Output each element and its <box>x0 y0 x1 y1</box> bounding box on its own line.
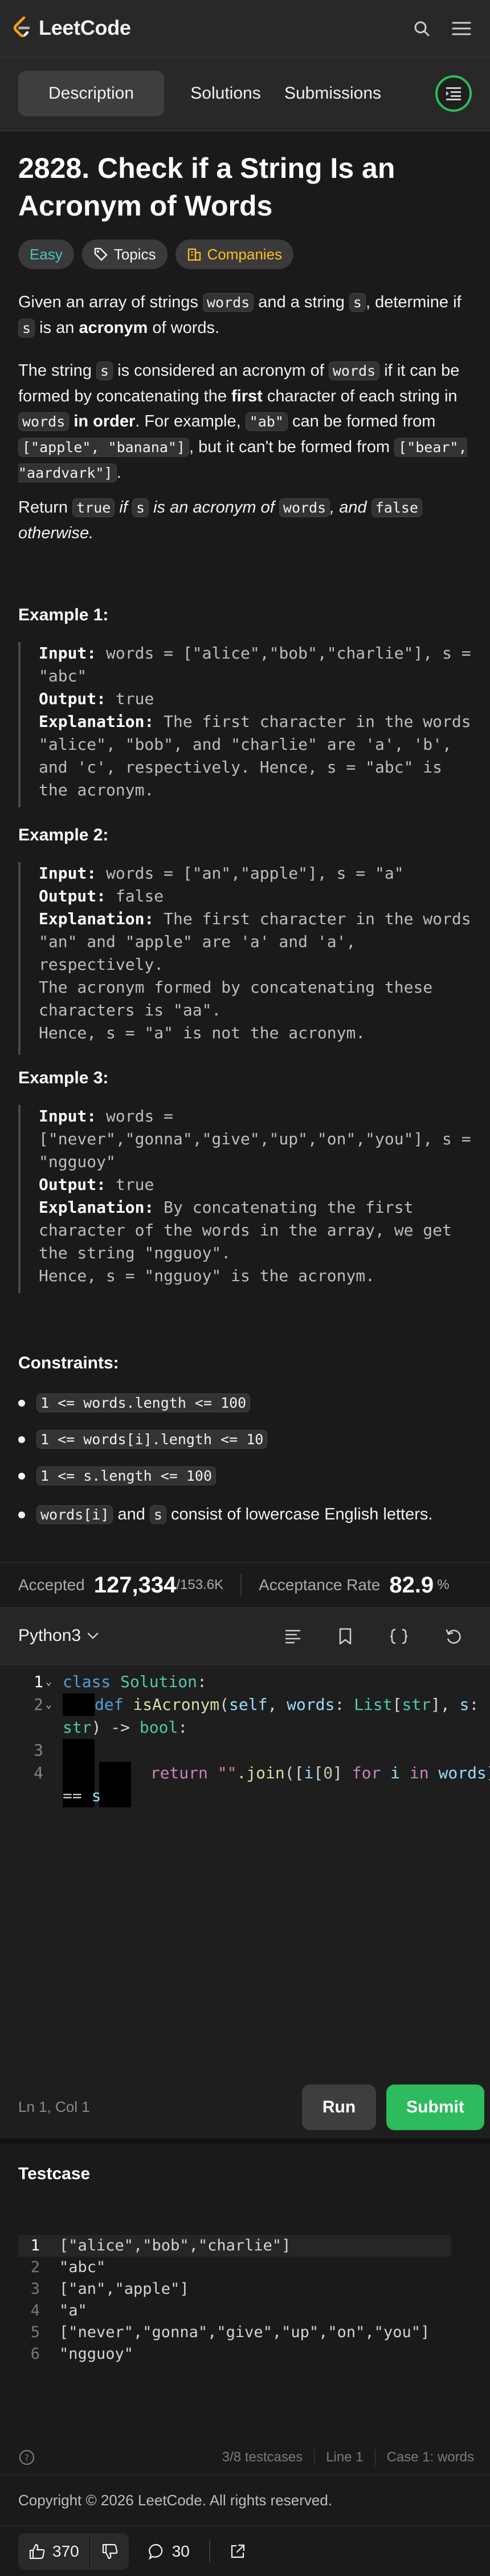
leetcode-logo-icon <box>13 17 30 38</box>
bottom-action-bar: 370 30 <box>0 2526 490 2576</box>
constraint-item: 1 <= words[i].length <= 10 <box>18 1430 268 1449</box>
description-paragraph-3: Return true if s is an acronym of words,… <box>18 495 474 546</box>
testcase-line[interactable]: 4 "a" <box>18 2300 451 2322</box>
testcase-title: Testcase <box>18 2164 91 2183</box>
building-icon <box>187 248 201 261</box>
copyright-footer: Copyright © 2026 LeetCode. All rights re… <box>0 2475 490 2526</box>
svg-text:?: ? <box>24 2452 30 2463</box>
external-link-icon <box>231 2544 244 2558</box>
example-3-heading: Example 3: <box>18 1068 109 1087</box>
accepted-total: /153.6K <box>176 1577 224 1592</box>
testcase-case-indicator: Case 1: words <box>386 2449 474 2465</box>
companies-button[interactable]: Companies <box>175 239 294 269</box>
language-select[interactable]: Python3 <box>18 1626 99 1645</box>
testcase-line[interactable]: 3 ["an","apple"] <box>18 2278 451 2300</box>
thumbs-up-icon <box>29 2544 45 2559</box>
run-button[interactable]: Run <box>302 2085 376 2130</box>
dislike-button[interactable] <box>90 2533 129 2570</box>
problem-title: 2828. Check if a String Is an Acronym of… <box>18 152 395 222</box>
comment-count: 30 <box>172 2542 190 2560</box>
constraints-heading: Constraints: <box>18 1354 119 1372</box>
code-braces-icon[interactable] <box>387 1625 410 1648</box>
reset-icon[interactable] <box>442 1625 465 1648</box>
code-editor[interactable]: 1 ⌄ class Solution: 2 ⌄ def isAcronym(self… <box>0 1665 490 2075</box>
accepted-label: Accepted <box>18 1576 85 1594</box>
difficulty-badge[interactable]: Easy <box>18 239 74 269</box>
acceptance-rate-label: Acceptance Rate <box>259 1576 381 1594</box>
thumbs-down-icon <box>102 2544 118 2559</box>
layout-toggle-icon[interactable] <box>435 75 472 112</box>
acceptance-rate-unit: % <box>437 1577 450 1592</box>
testcase-count: 3/8 testcases <box>222 2449 315 2465</box>
chevron-down-icon <box>87 1632 99 1639</box>
testcase-panel: Testcase 1 ["alice","bob","charlie"] 2 "ab… <box>0 2138 490 2475</box>
topics-button[interactable]: Topics <box>81 239 168 269</box>
example-3-block: Input: words = ["never","gonna","give","… <box>18 1105 474 1293</box>
testcase-line[interactable]: 2 "abc" <box>18 2257 451 2278</box>
description-paragraph-2: The string s is considered an acronym of… <box>18 361 467 482</box>
tag-icon <box>94 247 108 261</box>
cursor-position: Ln 1, Col 1 <box>18 2098 90 2115</box>
testcase-line[interactable]: 5 ["never","gonna","give","up","on","you"… <box>18 2322 451 2343</box>
comments-button[interactable]: 30 <box>138 2533 200 2570</box>
editor-toolbar: Python3 <box>0 1608 490 1665</box>
tab-submissions[interactable]: Submissions <box>260 71 406 116</box>
companies-label: Companies <box>207 245 283 263</box>
hamburger-menu-icon[interactable] <box>450 17 473 40</box>
editor-status-bar: Ln 1, Col 1 Run Submit <box>0 2075 490 2138</box>
example-1-block: Input: words = ["alice","bob","charlie"]… <box>18 642 474 807</box>
acceptance-stats: Accepted 127,334 /153.6K Acceptance Rate… <box>0 1562 490 1608</box>
problem-tabs: Description Solutions Submissions <box>0 57 490 131</box>
submit-button[interactable]: Submit <box>386 2085 484 2130</box>
top-nav: LeetCode <box>0 0 490 57</box>
testcase-line[interactable]: 6 "ngguoy" <box>18 2343 451 2365</box>
example-2-block: Input: words = ["an","apple"], s = "a" O… <box>18 862 474 1055</box>
example-2-heading: Example 2: <box>18 826 109 844</box>
share-button[interactable] <box>219 2533 256 2570</box>
constraint-item: 1 <= s.length <= 100 <box>18 1466 217 1485</box>
testcase-line-indicator: Line 1 <box>315 2449 375 2465</box>
constraint-item: 1 <= words.length <= 100 <box>18 1393 251 1412</box>
bookmark-icon[interactable] <box>334 1625 357 1648</box>
description-paragraph-1: Given an array of strings words and a st… <box>18 293 462 338</box>
difficulty-label: Easy <box>30 245 63 263</box>
help-icon[interactable]: ? <box>18 2449 35 2466</box>
language-label: Python3 <box>18 1626 81 1645</box>
tab-description[interactable]: Description <box>18 71 164 116</box>
testcase-line[interactable]: 1 ["alice","bob","charlie"] <box>18 2235 451 2257</box>
like-count: 370 <box>52 2542 79 2560</box>
format-code-icon[interactable] <box>281 1625 304 1648</box>
logo-text: LeetCode <box>39 16 131 39</box>
constraint-item: words[i] and s consist of lowercase Engl… <box>18 1505 432 1524</box>
comment-icon <box>148 2544 162 2559</box>
search-icon[interactable] <box>410 17 433 40</box>
like-button[interactable]: 370 <box>18 2533 89 2570</box>
logo[interactable]: LeetCode <box>13 16 131 40</box>
acceptance-rate-value: 82.9 <box>389 1572 434 1598</box>
example-1-heading: Example 1: <box>18 606 109 624</box>
accepted-value: 127,334 <box>93 1572 177 1598</box>
topics-label: Topics <box>113 245 156 263</box>
testcase-footer: ? 3/8 testcases Line 1 Case 1: words <box>0 2435 490 2480</box>
problem-tags: Easy Topics Companies <box>18 239 294 269</box>
